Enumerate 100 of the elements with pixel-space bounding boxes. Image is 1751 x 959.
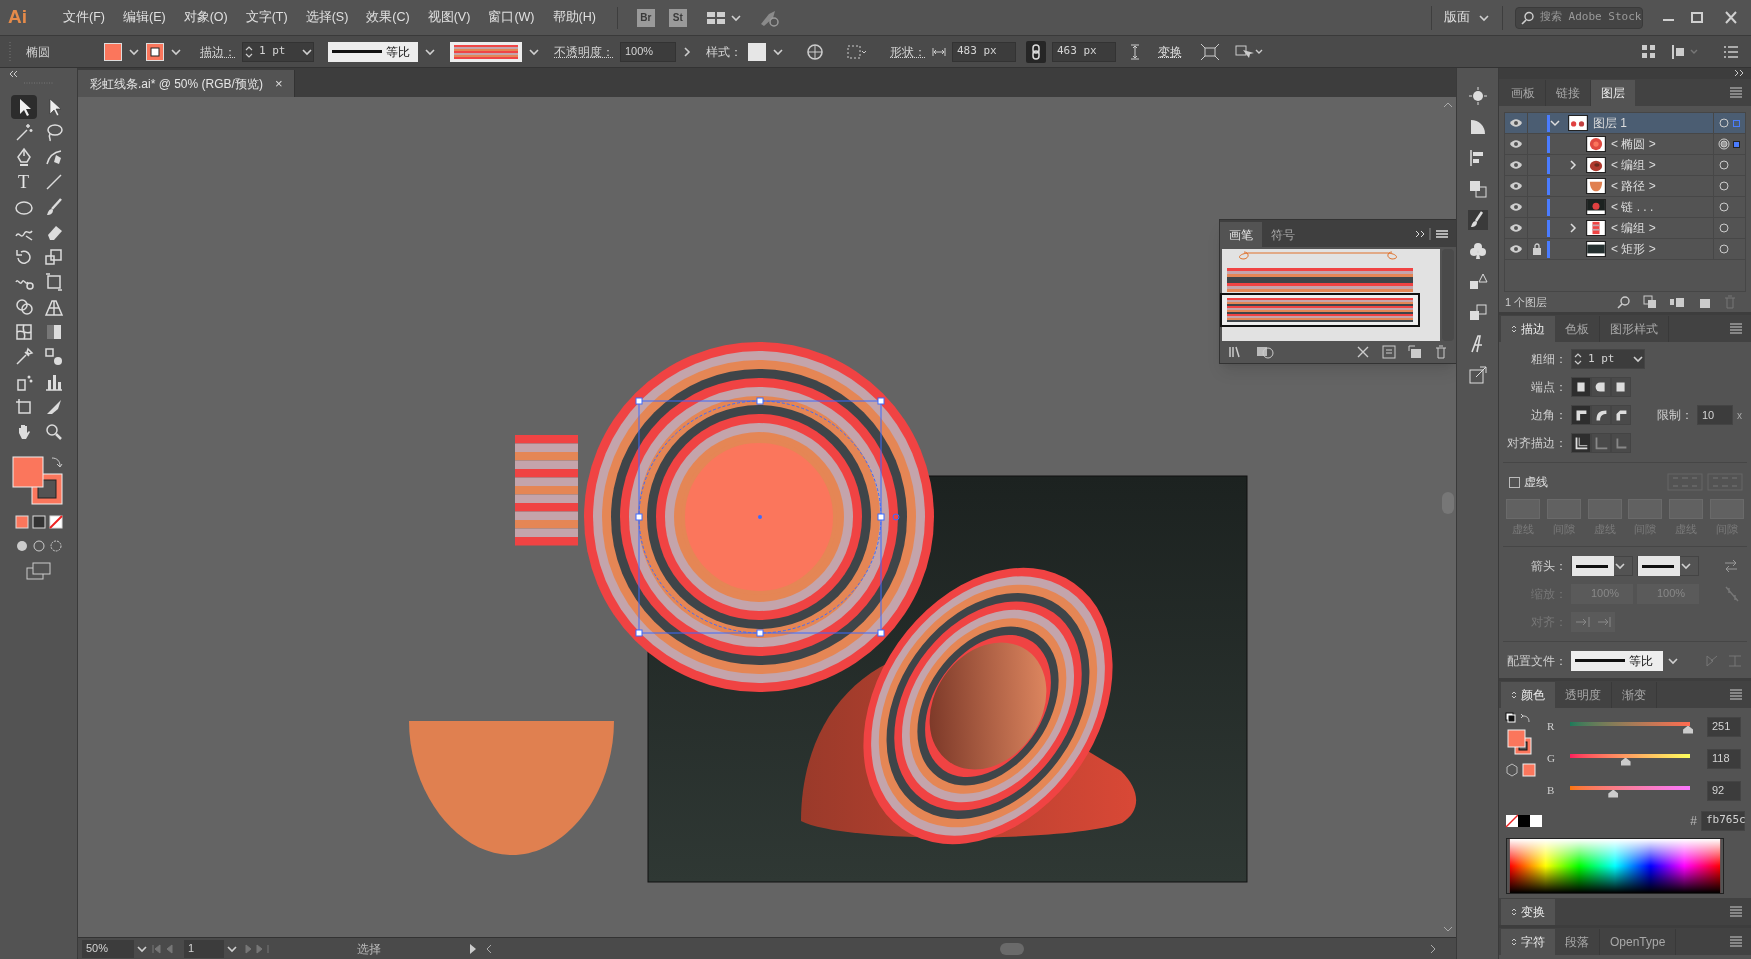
align-outside-icon[interactable]	[1611, 433, 1631, 453]
layer-row[interactable]: < 路径 >	[1505, 176, 1745, 197]
panel-tab[interactable]: 画板	[1501, 80, 1546, 106]
scroll-down-icon[interactable]	[1443, 925, 1453, 933]
round-cap-icon[interactable]	[1591, 377, 1611, 397]
stroke-label[interactable]: 描边：	[200, 42, 236, 61]
align-box-icon[interactable]	[846, 43, 868, 60]
menu-item[interactable]: 窗口(W)	[479, 8, 544, 27]
panel-tab[interactable]: 色板	[1555, 316, 1600, 342]
sun-icon[interactable]	[1467, 86, 1488, 106]
menu-item[interactable]: 对象(O)	[174, 8, 237, 27]
link-icon[interactable]	[1026, 40, 1046, 63]
panel-tab[interactable]: 描边	[1501, 316, 1555, 342]
lock-icon[interactable]	[1531, 243, 1542, 255]
target-icon[interactable]	[1718, 117, 1730, 129]
arrowhead-dropdown[interactable]	[1571, 555, 1633, 576]
arrowhead-dropdown[interactable]	[1637, 555, 1699, 576]
new-sublayer-icon[interactable]	[1669, 295, 1685, 309]
transform-link[interactable]: 变换	[1158, 42, 1182, 61]
gamut-swatch[interactable]	[1505, 761, 1539, 778]
panel-tab[interactable]: 图层	[1591, 80, 1635, 106]
scroll-up-icon[interactable]	[1443, 101, 1453, 109]
eye-icon[interactable]	[1509, 223, 1523, 233]
stepper-icon[interactable]	[1572, 351, 1584, 367]
butt-cap-icon[interactable]	[1571, 377, 1591, 397]
type-tool[interactable]: T	[10, 170, 37, 194]
panel-tab[interactable]: 字符	[1501, 929, 1555, 955]
panel-tab[interactable]: 图形样式	[1600, 316, 1669, 342]
document-tab[interactable]: 彩虹线条.ai* @ 50% (RGB/预览) ×	[78, 70, 296, 97]
chevron-down-icon[interactable]	[1550, 118, 1560, 128]
caret-icon[interactable]	[1632, 353, 1644, 365]
menu-item[interactable]: 效果(C)	[357, 8, 419, 27]
target-icon[interactable]	[1718, 180, 1730, 192]
channel-value-field[interactable]: 251	[1707, 716, 1741, 737]
club-icon[interactable]	[1467, 241, 1488, 261]
layer-row[interactable]: < 矩形 >	[1505, 239, 1745, 260]
puppet-icon[interactable]	[1467, 303, 1488, 323]
round-join-icon[interactable]	[1591, 405, 1611, 425]
target-icon[interactable]	[1718, 159, 1730, 171]
target-icon[interactable]	[1718, 138, 1730, 150]
collapse-arrows-icon[interactable]	[1511, 689, 1517, 700]
panel-menu-icon[interactable]	[1729, 905, 1743, 917]
panel-menu-icon[interactable]	[1729, 322, 1743, 334]
layer-row[interactable]: < 编组 >	[1505, 155, 1745, 176]
brush-swatch[interactable]	[1222, 295, 1418, 325]
eye-icon[interactable]	[1509, 244, 1523, 254]
eye-icon[interactable]	[1509, 118, 1523, 128]
checkbox[interactable]	[1509, 476, 1520, 488]
panel-tab[interactable]: 画笔	[1220, 222, 1262, 247]
collapse-arrows-icon[interactable]	[1511, 907, 1517, 917]
panel-tab[interactable]: 渐变	[1612, 681, 1657, 708]
layer-row[interactable]: < 编组 >	[1505, 218, 1745, 239]
stroke-weight-field[interactable]: 1 pt	[242, 41, 314, 62]
export-icon[interactable]	[1467, 365, 1488, 385]
zoom-field[interactable]: 50%	[82, 939, 134, 958]
width-field[interactable]: 483 px	[952, 41, 1016, 62]
menu-item[interactable]: 编辑(E)	[113, 8, 175, 27]
app-button[interactable]: St	[668, 8, 687, 27]
eye-icon[interactable]	[1509, 160, 1523, 170]
menu-item[interactable]: 文字(T)	[236, 8, 297, 27]
scrollbar-thumb[interactable]	[1000, 942, 1024, 955]
brush-icon[interactable]	[1467, 210, 1488, 230]
app-button[interactable]: Br	[636, 8, 655, 27]
brush-library-icon[interactable]	[1256, 345, 1274, 359]
page-field[interactable]: 1	[184, 939, 224, 958]
collapse-arrows-icon[interactable]	[1511, 324, 1517, 334]
layer-row[interactable]: < 链 . . .	[1505, 197, 1745, 218]
remove-stroke-icon[interactable]	[1356, 345, 1370, 359]
menu-item[interactable]: 帮助(H)	[543, 8, 605, 27]
collapse-icon[interactable]	[8, 70, 18, 78]
selection-box[interactable]	[635, 397, 900, 637]
panel-menu-icon[interactable]	[1729, 86, 1743, 98]
panel-tab[interactable]: 颜色	[1501, 681, 1555, 708]
arrange-icon[interactable]	[1641, 43, 1657, 60]
channel-value-field[interactable]: 92	[1707, 780, 1741, 801]
menu-item[interactable]: 选择(S)	[296, 8, 358, 27]
miter-join-icon[interactable]	[1571, 405, 1591, 425]
shapes-icon[interactable]	[1467, 272, 1488, 292]
globe-icon[interactable]	[806, 42, 824, 61]
channel-value-field[interactable]: 118	[1707, 748, 1741, 769]
height-field[interactable]: 463 px	[1052, 41, 1116, 62]
chevron-right-icon[interactable]	[682, 45, 692, 58]
trash-icon[interactable]	[1434, 345, 1448, 359]
align-center-icon[interactable]	[1571, 433, 1591, 453]
stroke-profile-dropdown[interactable]: 等比	[328, 41, 418, 62]
limit-field[interactable]: 10	[1697, 405, 1733, 425]
options-icon[interactable]	[1382, 345, 1396, 359]
close-tab-button[interactable]: ×	[274, 73, 283, 94]
color-spectrum[interactable]	[1506, 837, 1724, 894]
panel-tab[interactable]: OpenType	[1600, 929, 1677, 955]
profile-dropdown[interactable]: 等比	[1571, 650, 1663, 671]
panel-tab[interactable]: 段落	[1555, 929, 1600, 955]
panel-menu-icon[interactable]	[1729, 687, 1743, 700]
square-cap-icon[interactable]	[1611, 377, 1631, 397]
eye-icon[interactable]	[1509, 202, 1523, 212]
fit-icon[interactable]	[1200, 42, 1220, 61]
panel-tab[interactable]: 变换	[1501, 899, 1555, 925]
screen-mode-icon[interactable]	[25, 562, 52, 580]
chevron-right-icon[interactable]	[1568, 223, 1578, 233]
target-icon[interactable]	[1718, 243, 1730, 255]
